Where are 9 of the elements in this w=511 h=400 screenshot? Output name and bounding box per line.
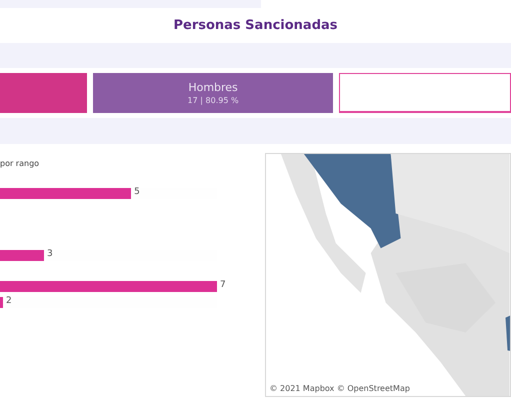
dashboard-title: Personas Sancionadas — [172, 17, 339, 35]
chart-title: por rango — [0, 159, 40, 168]
card-label: Hombres — [188, 81, 238, 94]
value-label: 5 — [134, 187, 140, 197]
card-value: 17 | 80.95 % — [188, 96, 239, 105]
value-label: 2 — [6, 296, 12, 306]
value-label: 7 — [220, 280, 226, 290]
map-attribution: © 2021 Mapbox © OpenStreetMap — [269, 384, 410, 393]
value-label: 3 — [47, 249, 53, 259]
